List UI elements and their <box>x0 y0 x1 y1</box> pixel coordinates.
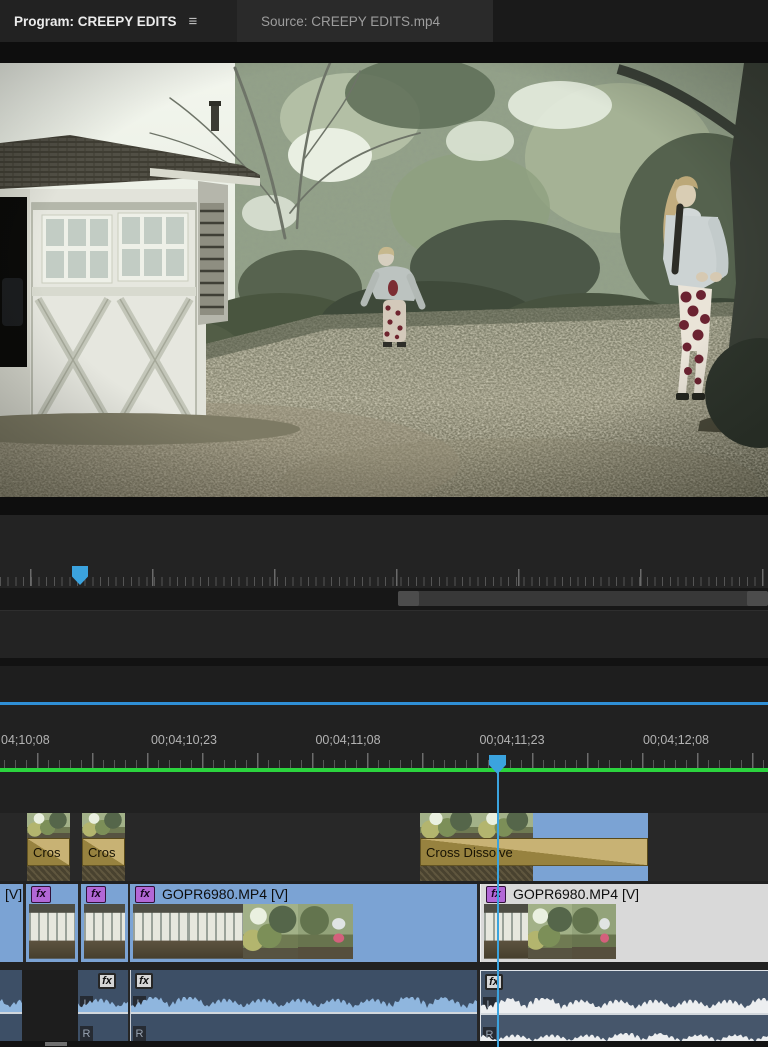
channel-label-right: R <box>80 1026 93 1042</box>
transition-clip[interactable]: Cros <box>27 813 70 881</box>
clip-thumbnail <box>420 813 648 838</box>
fx-badge[interactable]: fx <box>486 886 506 903</box>
monitor-scrub-bar[interactable] <box>0 565 768 588</box>
channel-divider <box>78 1012 128 1014</box>
premiere-app: Program: CREEPY EDITS ≡ Source: CREEPY E… <box>0 0 768 1047</box>
video-clip[interactable]: fx <box>26 884 78 962</box>
clip-name: GOPR6980.MP4 [V] <box>162 886 288 902</box>
audio-clip-partial[interactable] <box>0 970 22 1047</box>
ruler-ticks <box>0 753 768 768</box>
video-frame-art <box>0 63 768 497</box>
transition-label: Cros <box>82 838 125 866</box>
clip-thumbnail <box>420 866 648 881</box>
ruler-label: 00;04;11;23 <box>479 733 544 747</box>
fx-badge[interactable]: fx <box>98 973 116 989</box>
fx-badge[interactable]: fx <box>485 974 503 990</box>
source-tab-label: Source: CREEPY EDITS.mp4 <box>261 14 440 29</box>
ruler-label: 00;04;11;08 <box>315 733 380 747</box>
clip-thumbnail <box>27 866 70 881</box>
ruler-label: 00;04;12;08 <box>643 733 709 747</box>
audio-clip-gopr6980-selected[interactable]: fx L R <box>480 970 768 1047</box>
cross-dissolve-transition[interactable]: Cross Dissolve <box>420 813 648 881</box>
clip-body <box>533 813 648 838</box>
timeline-panel: 04;10;08 00;04;10;23 00;04;11;08 00;04;1… <box>0 705 768 1047</box>
ruler-label: 04;10;08 <box>1 733 50 747</box>
panel-menu-icon[interactable]: ≡ <box>189 13 198 30</box>
clip-body <box>533 866 648 881</box>
tab-source-monitor[interactable]: Source: CREEPY EDITS.mp4 <box>237 0 493 42</box>
clip-thumbnail <box>82 866 125 881</box>
video-clip-gopr6980-selected[interactable]: fx GOPR6980.MP4 [V] <box>480 884 768 962</box>
monitor-scrollbar[interactable] <box>0 588 768 610</box>
video-clip[interactable]: fx <box>81 884 128 962</box>
audio-clip-gopr6980[interactable]: fx L R <box>130 970 477 1047</box>
transition-clip[interactable]: Cros <box>82 813 125 881</box>
channel-divider <box>0 1012 22 1014</box>
clip-thumbnail <box>27 813 70 838</box>
transition-label: Cros <box>27 838 70 866</box>
channel-label-right: R <box>133 1026 146 1042</box>
video-preview <box>0 63 768 497</box>
channel-divider <box>481 1013 768 1015</box>
ruler-label: 00;04;10;23 <box>151 733 217 747</box>
clip-thumbnail <box>82 813 125 838</box>
clip-name: GOPR6980.MP4 [V] <box>513 886 639 902</box>
transport-controls: { } { } <box>0 610 768 658</box>
tab-program-monitor[interactable]: Program: CREEPY EDITS ≡ <box>0 0 237 42</box>
panel-tab-bar: Program: CREEPY EDITS ≡ Source: CREEPY E… <box>0 0 768 42</box>
video-clip-gopr6980[interactable]: fx GOPR6980.MP4 [V] <box>130 884 477 962</box>
program-monitor <box>0 42 768 515</box>
program-tab-label: Program: CREEPY EDITS <box>14 14 177 29</box>
monitor-controls: 00;04;11;22 Fit ▼ Full ▼ 00;04;53;24 <box>0 515 768 565</box>
fx-badge[interactable]: fx <box>135 886 155 903</box>
audio-clip[interactable]: fx L R <box>78 970 128 1047</box>
channel-divider <box>131 1012 477 1014</box>
timeline-bottom-bar <box>0 1041 768 1047</box>
render-bar-green <box>0 768 768 772</box>
audio-track-gap <box>22 970 78 1047</box>
monitor-scrollbar-handle[interactable] <box>398 591 768 606</box>
fx-badge[interactable]: fx <box>135 973 153 989</box>
transition-label: Cross Dissolve <box>420 838 648 866</box>
clip-name-partial: [V] <box>5 886 22 902</box>
scrollbar-fragment[interactable] <box>45 1042 67 1046</box>
video-clip-partial[interactable]: [V] <box>0 884 23 962</box>
panel-gap <box>0 666 768 702</box>
fx-badge[interactable]: fx <box>31 886 51 903</box>
scrub-ticks <box>0 569 768 586</box>
fx-badge[interactable]: fx <box>86 886 106 903</box>
timeline-playhead-line <box>497 772 499 1047</box>
panel-divider <box>0 658 768 666</box>
